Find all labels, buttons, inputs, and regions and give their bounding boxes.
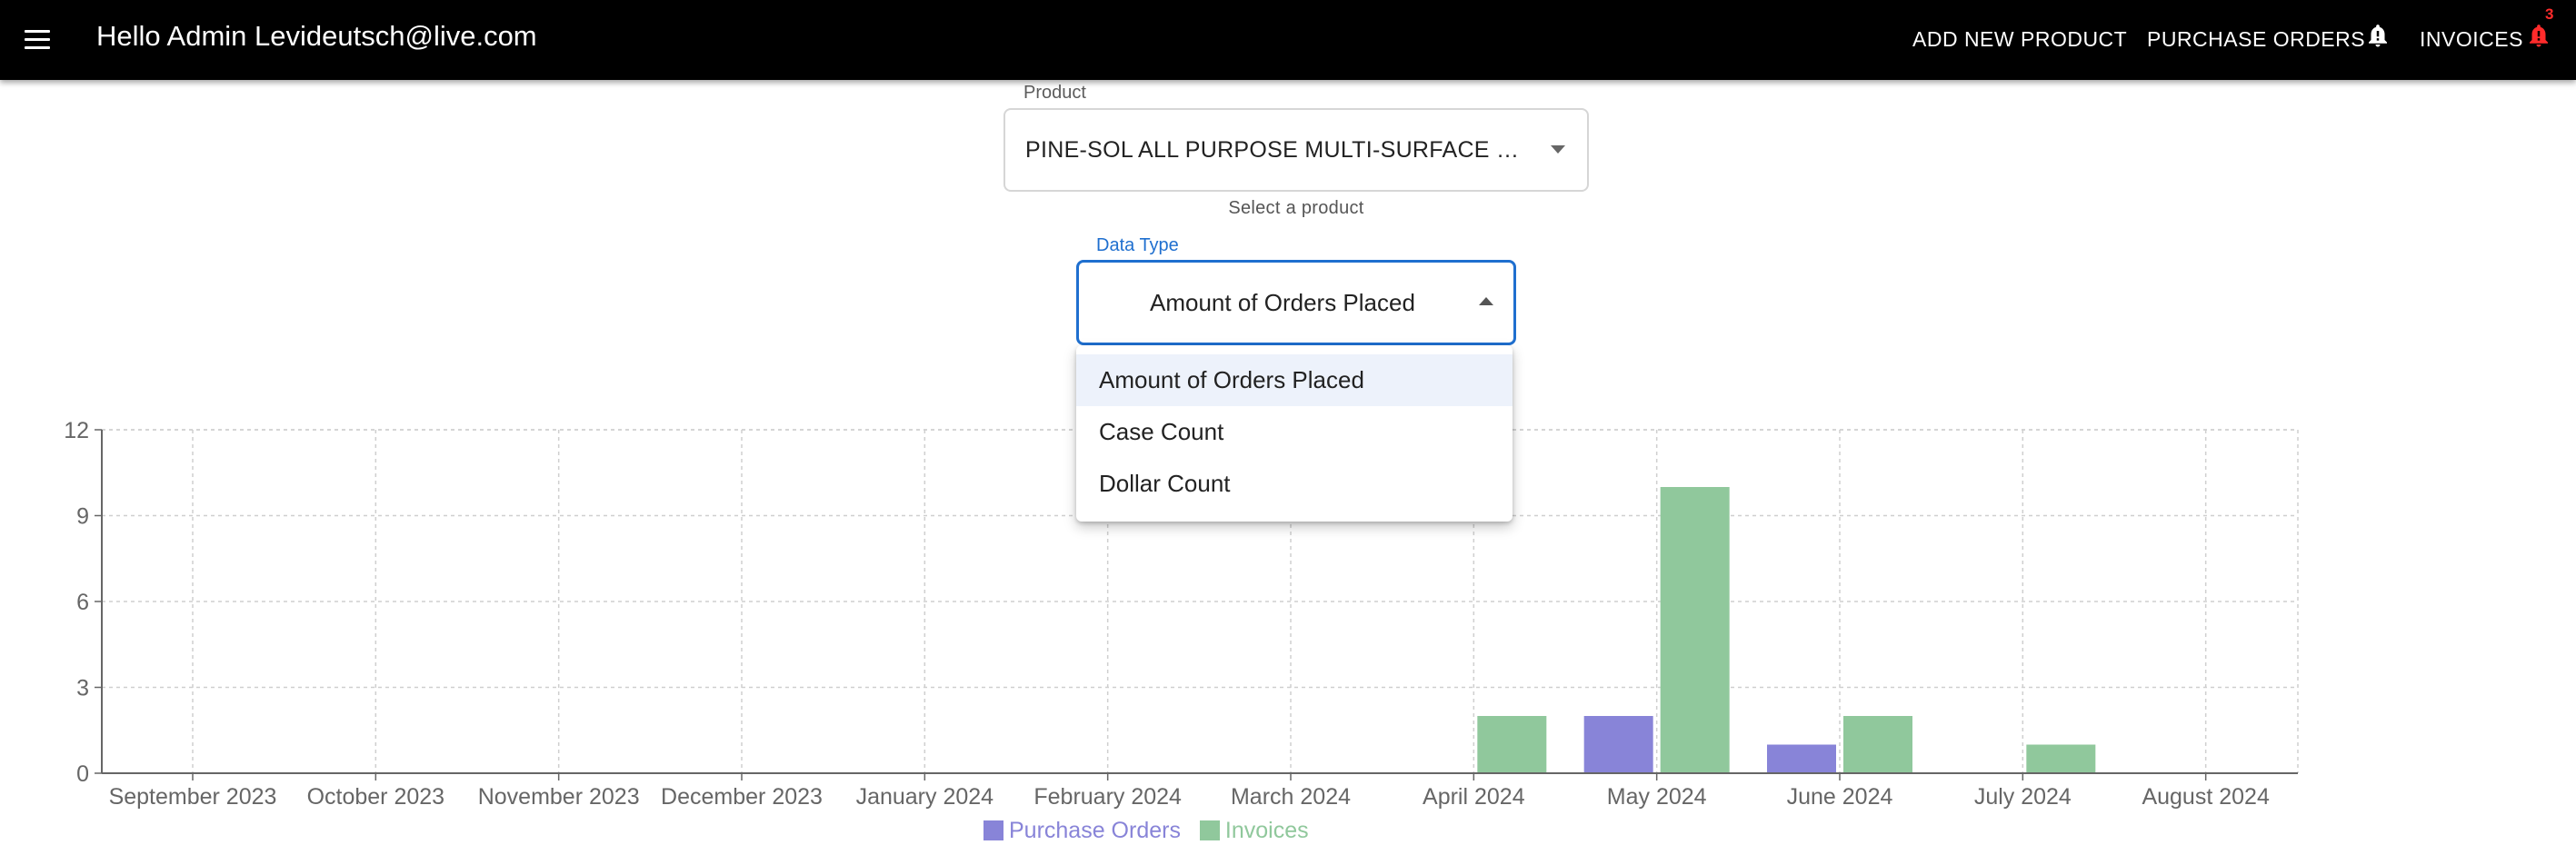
y-tick-label: 9 <box>76 504 89 530</box>
purchase-orders-link[interactable]: PURCHASE ORDERS <box>2147 24 2365 55</box>
data-type-menu: Amount of Orders Placed Case Count Dolla… <box>1076 345 1513 522</box>
chart-legend: Purchase Orders Invoices <box>983 818 1322 845</box>
bell-alert-icon[interactable] <box>2525 20 2552 51</box>
chevron-up-icon <box>1479 297 1493 305</box>
x-tick-label: October 2023 <box>307 784 445 810</box>
x-tick-label: April 2024 <box>1423 784 1525 810</box>
chevron-down-icon <box>1551 145 1565 154</box>
menu-item-dollar-count[interactable]: Dollar Count <box>1076 458 1513 510</box>
y-tick-label: 6 <box>76 590 89 615</box>
data-type-select[interactable]: Amount of Orders Placed <box>1076 260 1516 345</box>
bell-alert-icon[interactable] <box>2364 20 2391 51</box>
menu-item-case-count[interactable]: Case Count <box>1076 406 1513 458</box>
legend-swatch-invoices <box>1199 820 1220 840</box>
x-tick-label: June 2024 <box>1787 784 1893 810</box>
product-select-label: Product <box>1018 82 1092 104</box>
product-select-value: PINE-SOL ALL PURPOSE MULTI-SURFACE CLEAN… <box>1025 137 1534 163</box>
x-tick-label: March 2024 <box>1231 784 1351 810</box>
bar-purchase-orders <box>1583 716 1653 773</box>
y-tick-label: 12 <box>64 418 89 443</box>
invoices-badge: 3 <box>2545 5 2554 23</box>
x-tick-label: September 2023 <box>109 784 277 810</box>
x-tick-label: August 2024 <box>2142 784 2269 810</box>
invoices-link[interactable]: INVOICES <box>2420 24 2523 55</box>
product-select[interactable]: PINE-SOL ALL PURPOSE MULTI-SURFACE CLEAN… <box>1003 108 1589 192</box>
x-tick-label: February 2024 <box>1033 784 1182 810</box>
y-tick-label: 0 <box>76 761 89 787</box>
x-tick-label: July 2024 <box>1974 784 2072 810</box>
bar-invoices <box>1843 716 1912 773</box>
bar-invoices <box>2026 744 2096 773</box>
menu-item-amount-of-orders[interactable]: Amount of Orders Placed <box>1076 354 1513 406</box>
legend-item-invoices[interactable]: Invoices <box>1199 818 1309 844</box>
x-tick-label: January 2024 <box>856 784 994 810</box>
bar-invoices <box>1477 716 1547 773</box>
add-new-product-link[interactable]: ADD NEW PRODUCT <box>1912 24 2127 55</box>
greeting-text: Hello Admin Levideutsch@live.com <box>96 20 537 52</box>
x-tick-label: May 2024 <box>1607 784 1707 810</box>
app-bar: Hello Admin Levideutsch@live.com ADD NEW… <box>0 0 2576 80</box>
bar-invoices <box>1660 487 1730 773</box>
legend-item-purchase-orders[interactable]: Purchase Orders <box>983 818 1181 844</box>
hamburger-menu-icon[interactable] <box>20 22 55 56</box>
data-type-select-label: Data Type <box>1091 234 1184 256</box>
product-helper-text: Select a product <box>1228 198 1364 218</box>
bar-purchase-orders <box>1767 744 1836 773</box>
data-type-select-value: Amount of Orders Placed <box>1150 289 1415 316</box>
x-tick-label: November 2023 <box>478 784 640 810</box>
legend-swatch-purchase-orders <box>983 820 1003 840</box>
y-tick-label: 3 <box>76 676 89 701</box>
x-tick-label: December 2023 <box>661 784 823 810</box>
